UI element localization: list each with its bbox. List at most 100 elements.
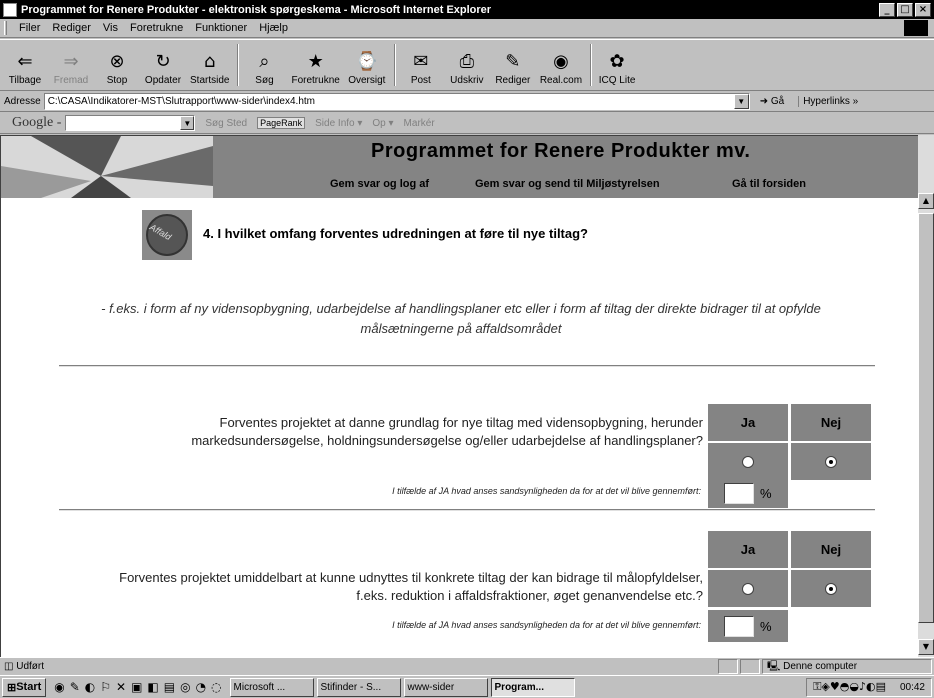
- toolbar-post-button[interactable]: ✉ Post: [402, 51, 440, 86]
- q2-nej-radio[interactable]: [825, 582, 837, 595]
- save-send-link[interactable]: Gem svar og send til Miljøstyrelsen: [475, 178, 660, 190]
- address-value: C:\CASA\Indikatorer-MST\Slutrapport\www-…: [47, 96, 315, 107]
- toolbar-separator: [590, 44, 593, 86]
- toolbar-real-com-icon: ◉: [553, 51, 569, 72]
- col-header-nej: Nej: [791, 531, 871, 568]
- task-stifinder[interactable]: Stifinder - S...: [316, 677, 401, 697]
- status-bar: ◫ Udført 🖳 Denne computer: [0, 657, 934, 675]
- question-1-line-1: Forventes projektet at danne grundlag fo…: [219, 415, 703, 430]
- address-dropdown-icon[interactable]: ▼: [733, 94, 749, 109]
- q1-nej-radio[interactable]: [825, 455, 837, 468]
- google-search-input[interactable]: ▼: [65, 115, 196, 131]
- google-up[interactable]: Op ▾: [372, 118, 393, 129]
- toolbar-søg-button[interactable]: ⌕ Søg: [245, 51, 283, 86]
- q1-probability-label: I tilfælde af JA hvad anses sandsynlighe…: [392, 486, 701, 496]
- q1-ja-radio[interactable]: [742, 455, 754, 468]
- menu-funktioner[interactable]: Funktioner: [189, 22, 253, 34]
- toolbar-rediger-icon: ✎: [505, 51, 521, 72]
- menu-foretrukne[interactable]: Foretrukne: [124, 22, 189, 34]
- close-button[interactable]: ×: [915, 2, 931, 17]
- toolbar-real-com-button[interactable]: ◉ Real.com: [540, 51, 582, 86]
- google-toolbar: Google - ▼ Søg Sted PageRank Side Info ▾…: [0, 113, 934, 134]
- toolbar-udskriv-button[interactable]: ⎙ Udskriv: [448, 51, 486, 86]
- menu-vis[interactable]: Vis: [97, 22, 124, 34]
- toolbar-separator: [393, 44, 396, 86]
- q1-percent-input[interactable]: [724, 482, 754, 504]
- address-input[interactable]: C:\CASA\Indikatorer-MST\Slutrapport\www-…: [43, 93, 750, 110]
- q2-percent-input[interactable]: [724, 615, 754, 637]
- toolbar-icq-lite-icon: ✿: [609, 51, 625, 72]
- q1-nej-cell: [791, 443, 871, 480]
- start-button[interactable]: ⊞ Start: [2, 677, 47, 697]
- google-logo[interactable]: Google -: [0, 115, 65, 131]
- toolbar-foretrukne-button[interactable]: ★ Foretrukne: [291, 51, 339, 86]
- toolbar-stop-button[interactable]: ⊗ Stop: [98, 51, 136, 86]
- security-zone: 🖳 Denne computer: [762, 659, 932, 674]
- tray-icons[interactable]: ⚿◈♥◓◒♪◐▤: [813, 680, 886, 694]
- example-text: - f.eks. i form af ny vidensopbygning, u…: [41, 299, 881, 339]
- google-highlight[interactable]: Markér: [404, 118, 435, 129]
- menu-hjaelp[interactable]: Hjælp: [253, 22, 294, 34]
- affald-logo: Affald: [142, 210, 192, 260]
- toolbar-startside-button[interactable]: ⌂ Startside: [190, 51, 229, 86]
- q2-nej-cell: [791, 570, 871, 607]
- example-line-1: - f.eks. i form af ny vidensopbygning, u…: [101, 301, 821, 316]
- toolbar-button-label: Startside: [190, 75, 230, 86]
- toolbar-button-label: Oversigt: [348, 75, 386, 86]
- toolbar-post-icon: ✉: [413, 51, 429, 72]
- toolbar-stop-icon: ⊗: [109, 51, 125, 72]
- menu-grip: [4, 21, 7, 35]
- toolbar-button-label: Opdater: [144, 75, 182, 86]
- task-www-sider[interactable]: www-sider: [403, 677, 488, 697]
- google-dropdown-icon[interactable]: ▼: [180, 116, 195, 130]
- save-logout-link[interactable]: Gem svar og log af: [330, 178, 429, 190]
- toolbar-opdater-button[interactable]: ↻ Opdater: [144, 51, 182, 86]
- window-title: Programmet for Renere Produkter - elektr…: [21, 3, 492, 16]
- menu-rediger[interactable]: Rediger: [46, 22, 97, 34]
- divider: [59, 365, 875, 367]
- toolbar-oversigt-button[interactable]: ⌚ Oversigt: [348, 51, 386, 86]
- status-pane: [740, 659, 760, 674]
- percent-sign: %: [760, 618, 772, 634]
- task-program[interactable]: Program...: [490, 677, 575, 697]
- q2-ja-radio[interactable]: [742, 582, 754, 595]
- google-pagerank[interactable]: PageRank: [257, 117, 306, 129]
- start-label: Start: [16, 681, 42, 693]
- maximize-button[interactable]: □: [897, 2, 913, 17]
- question-1-text: Forventes projektet at danne grundlag fo…: [91, 414, 703, 450]
- menu-filer[interactable]: Filer: [13, 22, 46, 34]
- divider: [59, 509, 875, 511]
- toolbar: ⇐ Tilbage ⇒ Fremad ⊗ Stop ↻ Opdater ⌂ Startside ⌕ S…: [0, 39, 934, 91]
- page-banner: Programmet for Renere Produkter mv. Gem …: [1, 136, 918, 198]
- vertical-scrollbar[interactable]: ▲ ▼: [918, 135, 934, 657]
- title-bar[interactable]: Programmet for Renere Produkter - elektr…: [0, 0, 934, 19]
- col-header-nej: Nej: [791, 404, 871, 441]
- scroll-up-icon[interactable]: ▲: [918, 193, 934, 209]
- clock: 00:42: [899, 681, 925, 693]
- page-title: Programmet for Renere Produkter mv.: [371, 140, 751, 162]
- quick-launch-icons[interactable]: ◉✎◐⚐✕▣◧▤◎◔◌: [54, 680, 226, 694]
- task-microsoft[interactable]: Microsoft ...: [229, 677, 314, 697]
- google-page-info[interactable]: Side Info ▾: [315, 118, 362, 129]
- toolbar-button-label: Foretrukne: [291, 75, 340, 86]
- scroll-down-icon[interactable]: ▼: [918, 639, 934, 655]
- question-2-text: Forventes projektet umiddelbart at kunne…: [41, 569, 703, 605]
- toolbar-fremad-icon: ⇒: [63, 51, 79, 72]
- home-link[interactable]: Gå til forsiden: [732, 178, 806, 190]
- toolbar-tilbage-icon: ⇐: [17, 51, 33, 72]
- toolbar-button-label: Tilbage: [8, 75, 42, 86]
- scroll-thumb[interactable]: [918, 213, 934, 623]
- minimize-button[interactable]: _: [879, 2, 895, 17]
- google-search-site[interactable]: Søg Sted: [205, 118, 247, 129]
- toolbar-fremad-button[interactable]: ⇒ Fremad: [52, 51, 90, 86]
- links-button[interactable]: Hyperlinks »: [798, 96, 858, 107]
- windows-logo-icon: [904, 20, 928, 36]
- toolbar-tilbage-button[interactable]: ⇐ Tilbage: [6, 51, 44, 86]
- browser-window: Programmet for Renere Produkter - elektr…: [0, 0, 934, 698]
- toolbar-icq-lite-button[interactable]: ✿ ICQ Lite: [598, 51, 636, 86]
- system-tray: ⚿◈♥◓◒♪◐▤ 00:42: [806, 677, 932, 697]
- toolbar-button-label: Real.com: [539, 75, 583, 86]
- toolbar-rediger-button[interactable]: ✎ Rediger: [494, 51, 532, 86]
- toolbar-button-label: Stop: [106, 75, 128, 86]
- go-button[interactable]: ➜ Gå: [760, 96, 785, 107]
